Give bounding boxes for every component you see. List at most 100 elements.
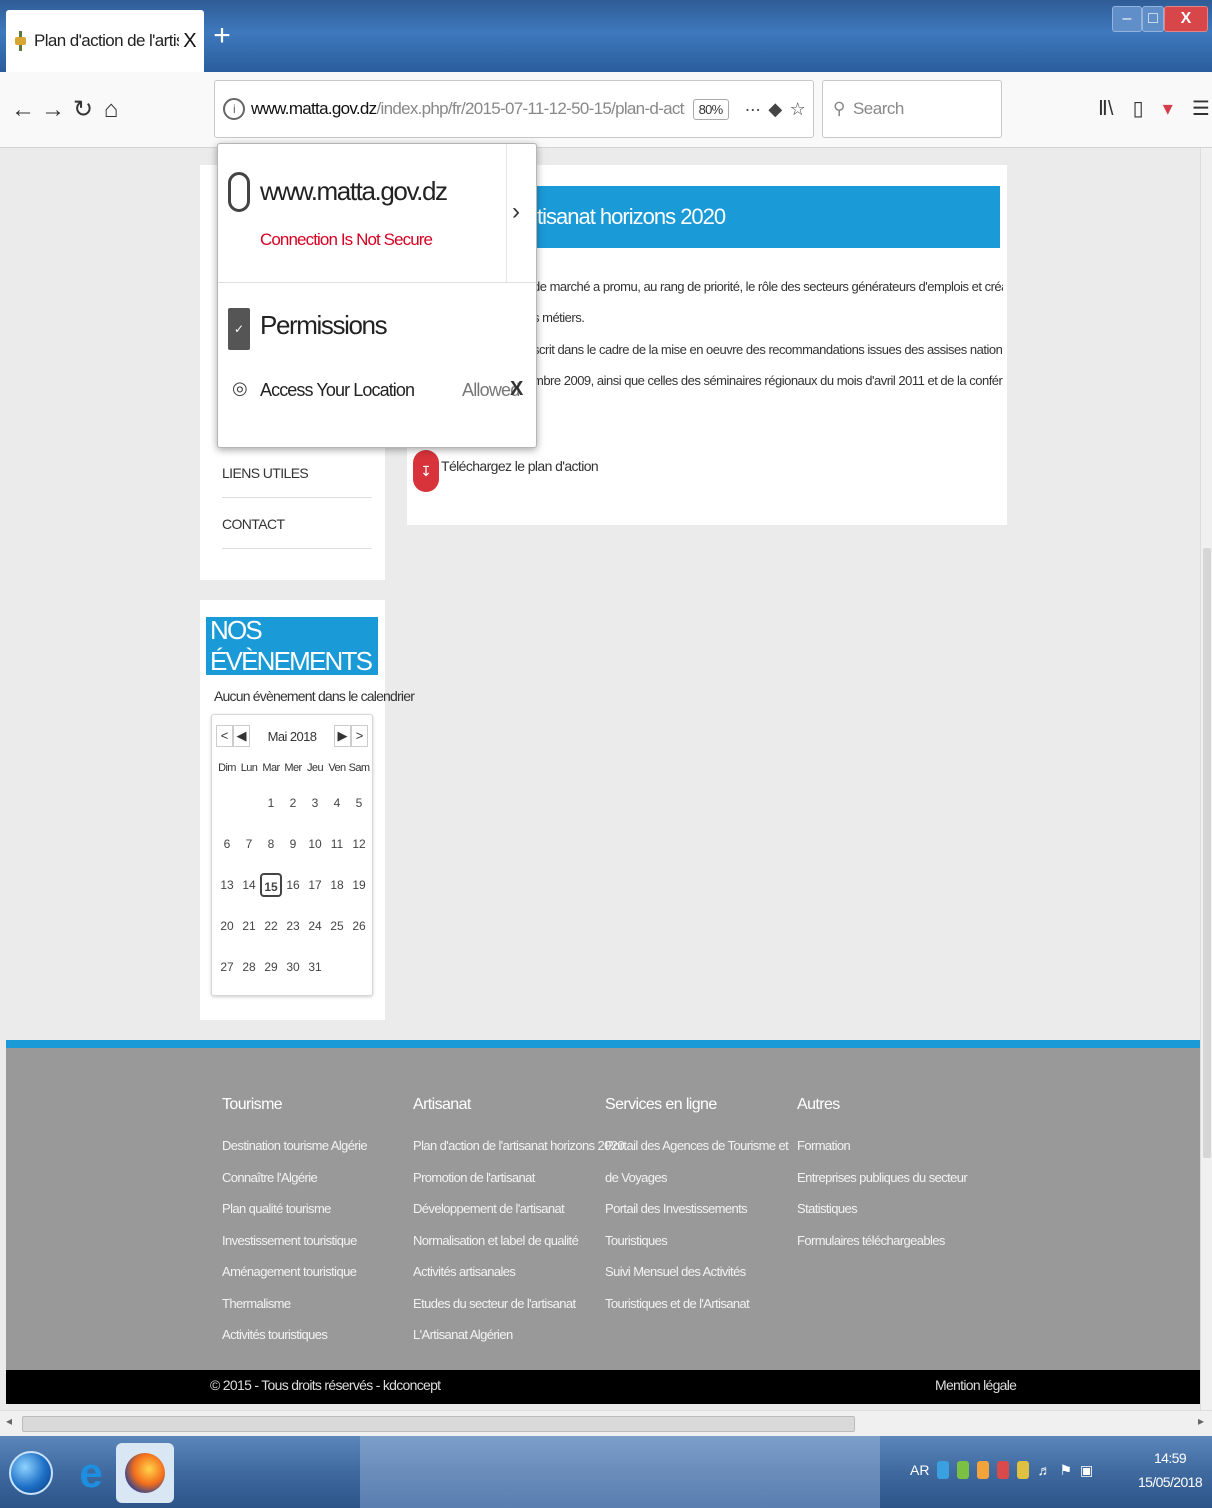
calendar-day[interactable]: 12 (348, 832, 370, 856)
back-button[interactable]: ← (10, 96, 36, 124)
calendar-day[interactable]: 18 (326, 873, 348, 897)
calendar-day[interactable]: 21 (238, 914, 260, 938)
firefox-taskbar-button[interactable] (116, 1443, 174, 1503)
calendar-day[interactable]: 20 (216, 914, 238, 938)
calendar-day[interactable]: 24 (304, 914, 326, 938)
footer-link[interactable]: Plan qualité tourisme (222, 1193, 410, 1225)
footer-link[interactable]: Thermalisme (222, 1288, 410, 1320)
url-bar[interactable]: i www.matta.gov.dz /index.php/fr/2015-07… (214, 80, 814, 138)
maximize-button[interactable]: □ (1142, 6, 1164, 32)
bookmark-star-icon[interactable]: ☆ (790, 99, 806, 120)
footer-link[interactable]: Aménagement touristique (222, 1256, 410, 1288)
remove-permission-button[interactable]: X (510, 378, 523, 401)
language-indicator[interactable]: AR (910, 1462, 929, 1478)
search-input[interactable]: ⚲ Search (822, 80, 1002, 138)
horizontal-scroll-thumb[interactable] (22, 1416, 855, 1432)
calendar-day[interactable]: 6 (216, 832, 238, 856)
tray-app-icon[interactable] (1017, 1461, 1030, 1479)
vertical-scrollbar[interactable] (1200, 148, 1212, 1410)
footer-link[interactable]: Portail des Investissements Touristiques (605, 1193, 793, 1256)
taskbar-clock[interactable]: 14:59 15/05/2018 (1130, 1446, 1210, 1494)
action-center-flag-icon[interactable]: ⚑ (1059, 1462, 1072, 1479)
tray-app-icon[interactable] (997, 1461, 1010, 1479)
footer-link[interactable]: Formation (797, 1130, 977, 1162)
calendar-day[interactable]: 29 (260, 955, 282, 979)
footer-link[interactable]: Portail des Agences de Tourisme et de Vo… (605, 1130, 793, 1193)
sidebar-icon[interactable]: ▯ (1133, 96, 1144, 122)
calendar-day[interactable]: 8 (260, 832, 282, 856)
footer-link[interactable]: Activités touristiques (222, 1319, 410, 1351)
next-year-button[interactable]: > (351, 725, 368, 747)
calendar-day[interactable]: 30 (282, 955, 304, 979)
calendar-day[interactable]: 7 (238, 832, 260, 856)
prev-year-button[interactable]: < (216, 725, 233, 747)
footer-link[interactable]: Statistiques (797, 1193, 977, 1225)
sidebar-item-liens-utiles[interactable]: LIENS UTILES (222, 448, 372, 498)
calendar-day[interactable]: 1 (260, 791, 282, 815)
library-icon[interactable]: Ⅱ\ (1098, 96, 1113, 122)
volume-icon[interactable]: ♬ (1037, 1462, 1051, 1478)
reload-button[interactable]: ↻ (70, 96, 96, 124)
footer-link[interactable]: Suivi Mensuel des Activités Touristiques… (605, 1256, 793, 1319)
close-window-button[interactable]: X (1164, 6, 1208, 32)
prev-month-button[interactable]: ◀ (233, 725, 250, 747)
footer-link[interactable]: Plan d'action de l'artisanat horizons 20… (413, 1130, 625, 1162)
download-pdf-icon[interactable]: ↧ (413, 450, 439, 492)
calendar-day[interactable]: 22 (260, 914, 282, 938)
new-tab-button[interactable]: + (208, 16, 236, 56)
calendar-day[interactable]: 27 (216, 955, 238, 979)
calendar-day[interactable]: 9 (282, 832, 304, 856)
menu-icon[interactable]: ☰ (1192, 96, 1210, 122)
footer-link[interactable]: Promotion de l'artisanat (413, 1162, 601, 1194)
calendar-day[interactable]: 19 (348, 873, 370, 897)
calendar-day[interactable]: 15 (260, 873, 282, 897)
tray-app-icon[interactable] (957, 1461, 970, 1479)
footer-link[interactable]: Destination tourisme Algérie (222, 1130, 410, 1162)
security-details-arrow[interactable]: › (512, 198, 520, 226)
footer-link[interactable]: L'Artisanat Algérien (413, 1319, 601, 1351)
pocket-save-icon[interactable]: ◆ (768, 99, 782, 120)
network-icon[interactable]: ▣ (1080, 1462, 1093, 1479)
calendar-day[interactable]: 11 (326, 832, 348, 856)
calendar-day[interactable]: 4 (326, 791, 348, 815)
calendar-day[interactable]: 13 (216, 873, 238, 897)
footer-link[interactable]: Investissement touristique (222, 1225, 410, 1257)
calendar-day[interactable]: 17 (304, 873, 326, 897)
calendar-day[interactable]: 16 (282, 873, 304, 897)
calendar-day[interactable]: 10 (304, 832, 326, 856)
browser-tab[interactable]: Plan d'action de l'artisanat hor X (6, 10, 204, 72)
zoom-indicator[interactable]: 80% (692, 98, 729, 120)
vertical-scroll-thumb[interactable] (1203, 548, 1211, 1158)
site-info-icon[interactable]: i (223, 98, 245, 120)
footer-link[interactable]: Connaître l'Algérie (222, 1162, 410, 1194)
footer-link[interactable]: Formulaires téléchargeables (797, 1225, 977, 1257)
horizontal-scrollbar[interactable]: ◂ ▸ (0, 1410, 1212, 1436)
calendar-day[interactable]: 3 (304, 791, 326, 815)
footer-link[interactable]: Normalisation et label de qualité (413, 1225, 601, 1257)
sidebar-item-contact[interactable]: CONTACT (222, 499, 372, 549)
calendar-day[interactable]: 23 (282, 914, 304, 938)
start-button[interactable] (2, 1443, 60, 1503)
calendar-day[interactable]: 25 (326, 914, 348, 938)
legal-link[interactable]: Mention légale (935, 1377, 1017, 1393)
calendar-day[interactable]: 26 (348, 914, 370, 938)
scroll-right-icon[interactable]: ▸ (1198, 1414, 1204, 1428)
next-month-button[interactable]: ▶ (334, 725, 351, 747)
scroll-left-icon[interactable]: ◂ (6, 1414, 12, 1428)
calendar-day[interactable]: 14 (238, 873, 260, 897)
forward-button[interactable]: → (40, 96, 66, 124)
calendar-day[interactable]: 5 (348, 791, 370, 815)
page-actions-icon[interactable]: ··· (745, 99, 762, 120)
footer-link[interactable]: Développement de l'artisanat (413, 1193, 601, 1225)
calendar-day[interactable]: 2 (282, 791, 304, 815)
tray-app-icon[interactable] (977, 1461, 990, 1479)
download-plan-link[interactable]: Téléchargez le plan d'action (441, 458, 599, 474)
calendar-day[interactable]: 31 (304, 955, 326, 979)
tray-app-icon[interactable] (937, 1461, 950, 1479)
minimize-button[interactable]: – (1112, 6, 1142, 32)
calendar-day[interactable]: 28 (238, 955, 260, 979)
footer-link[interactable]: Entreprises publiques du secteur (797, 1162, 977, 1194)
pocket-icon[interactable]: ▾ (1163, 96, 1173, 122)
footer-link[interactable]: Activités artisanales (413, 1256, 601, 1288)
internet-explorer-icon[interactable]: e (62, 1443, 120, 1503)
